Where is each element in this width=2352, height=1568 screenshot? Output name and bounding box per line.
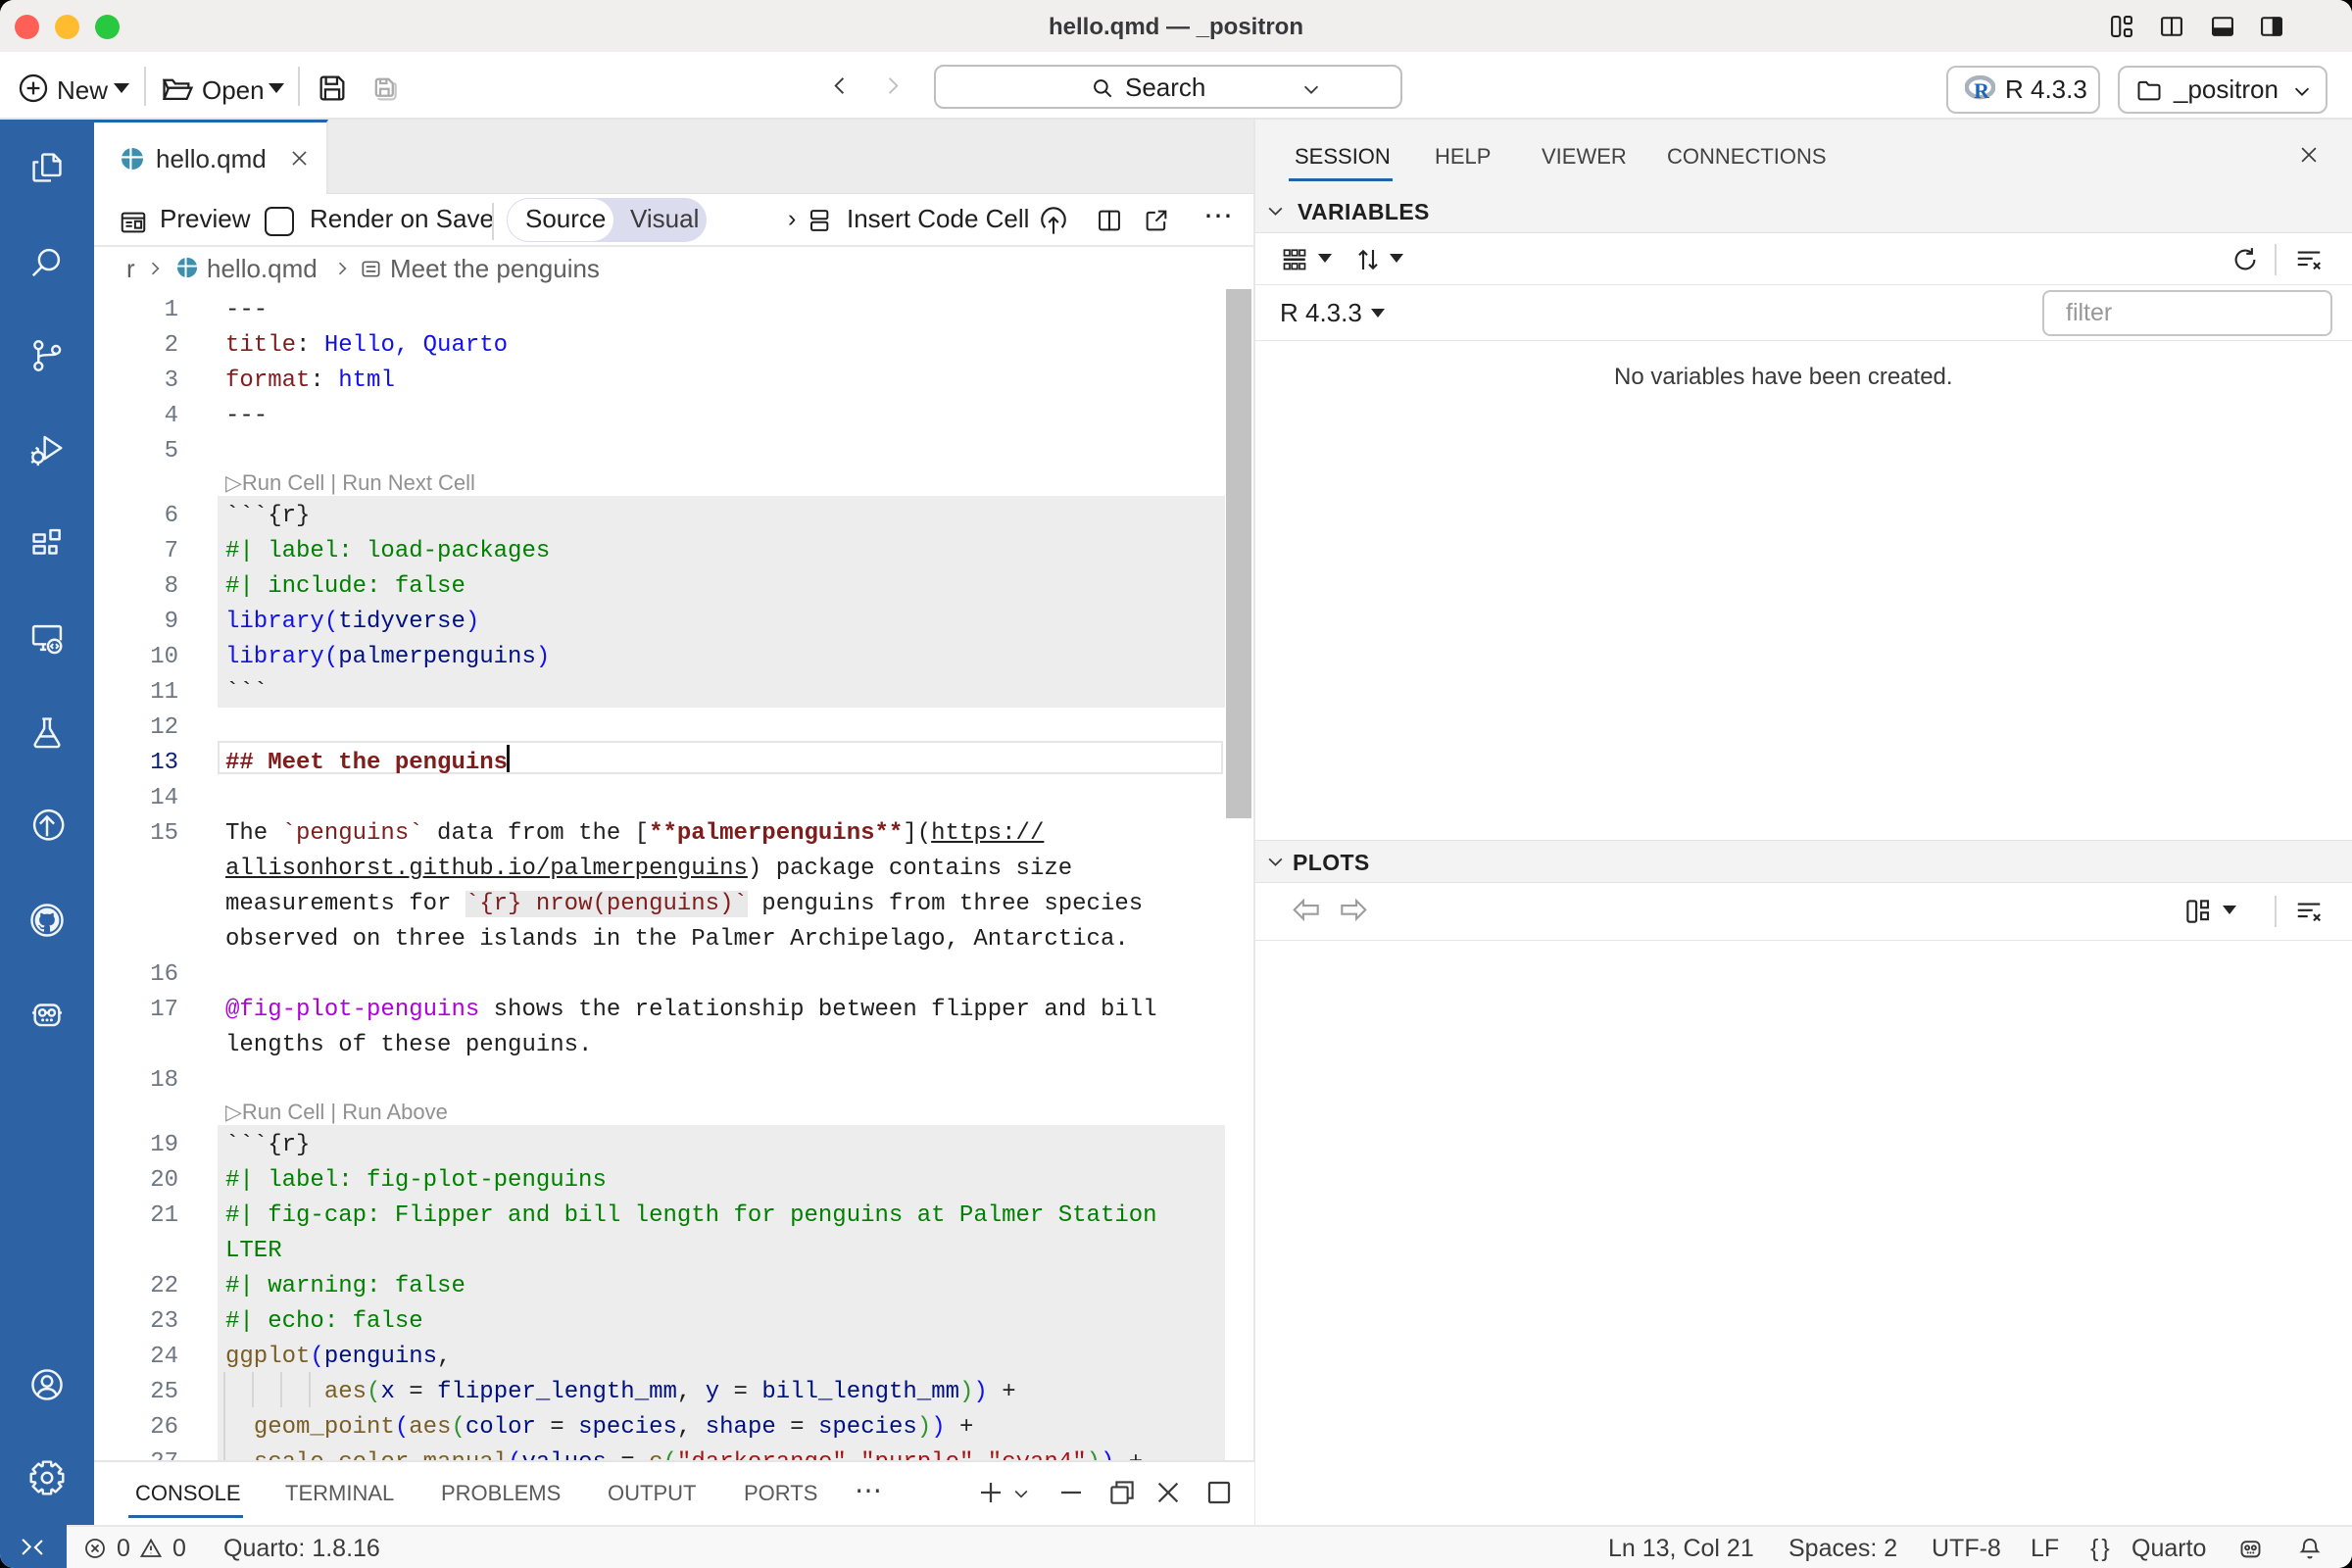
- svg-text:R: R: [1974, 79, 1989, 101]
